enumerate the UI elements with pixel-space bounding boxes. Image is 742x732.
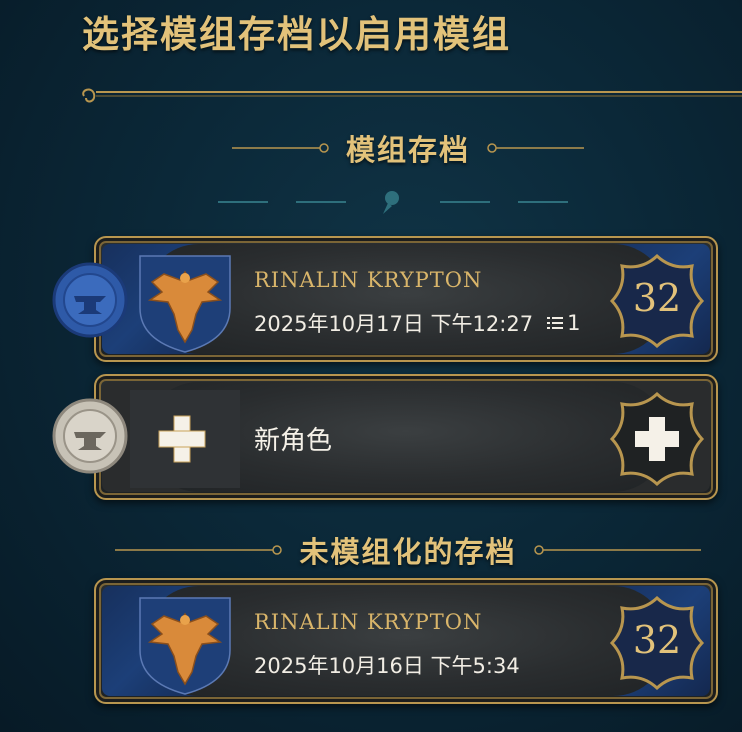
page-title: 选择模组存档以启用模组	[82, 13, 511, 56]
title-divider	[82, 88, 742, 103]
section-label-modded: 模组存档	[345, 133, 470, 167]
save-details: 2025年10月16日 下午5:34	[254, 650, 520, 680]
wax-seal-silver-icon	[52, 398, 128, 474]
pin-icon	[383, 191, 399, 214]
level-value: 32	[632, 276, 682, 320]
save-timestamp: 2025年10月16日 下午5:34	[254, 654, 520, 678]
section-label-unmodded: 未模组化的存档	[299, 535, 517, 569]
save-timestamp: 2025年10月17日 下午12:27	[254, 312, 534, 336]
new-character-tile	[130, 390, 240, 488]
page-indicator	[218, 191, 568, 214]
eagle-crest-icon	[139, 597, 231, 695]
level-value: 32	[632, 618, 682, 662]
save-details: 2025年10月17日 下午12:27 1	[254, 308, 580, 338]
ornament-left-icon	[231, 143, 329, 153]
wax-seal-blue-icon	[52, 262, 128, 338]
section-header-modded: 模组存档	[218, 126, 598, 170]
new-character-card[interactable]: 新角色	[94, 374, 718, 500]
ornament-right-icon	[487, 143, 584, 153]
new-character-badge	[608, 390, 706, 488]
save-character-name: RINALIN KRYPTON	[254, 610, 483, 634]
level-badge: 32	[608, 594, 706, 692]
ornament-left-icon	[115, 545, 283, 555]
mod-count: 1	[547, 311, 580, 335]
eagle-crest-icon	[139, 255, 231, 353]
new-character-label: 新角色	[254, 426, 333, 456]
save-character-name: RINALIN KRYPTON	[254, 268, 483, 292]
section-header-unmodded: 未模组化的存档	[98, 528, 718, 572]
level-badge: 32	[608, 252, 706, 350]
mod-count-value: 1	[567, 311, 581, 335]
unmodded-save-card[interactable]: RINALIN KRYPTON 2025年10月16日 下午5:34 32	[94, 578, 718, 704]
modded-save-card[interactable]: RINALIN KRYPTON 2025年10月17日 下午12:27 1 32	[94, 236, 718, 362]
list-icon	[547, 317, 564, 329]
ornament-right-icon	[533, 545, 701, 555]
